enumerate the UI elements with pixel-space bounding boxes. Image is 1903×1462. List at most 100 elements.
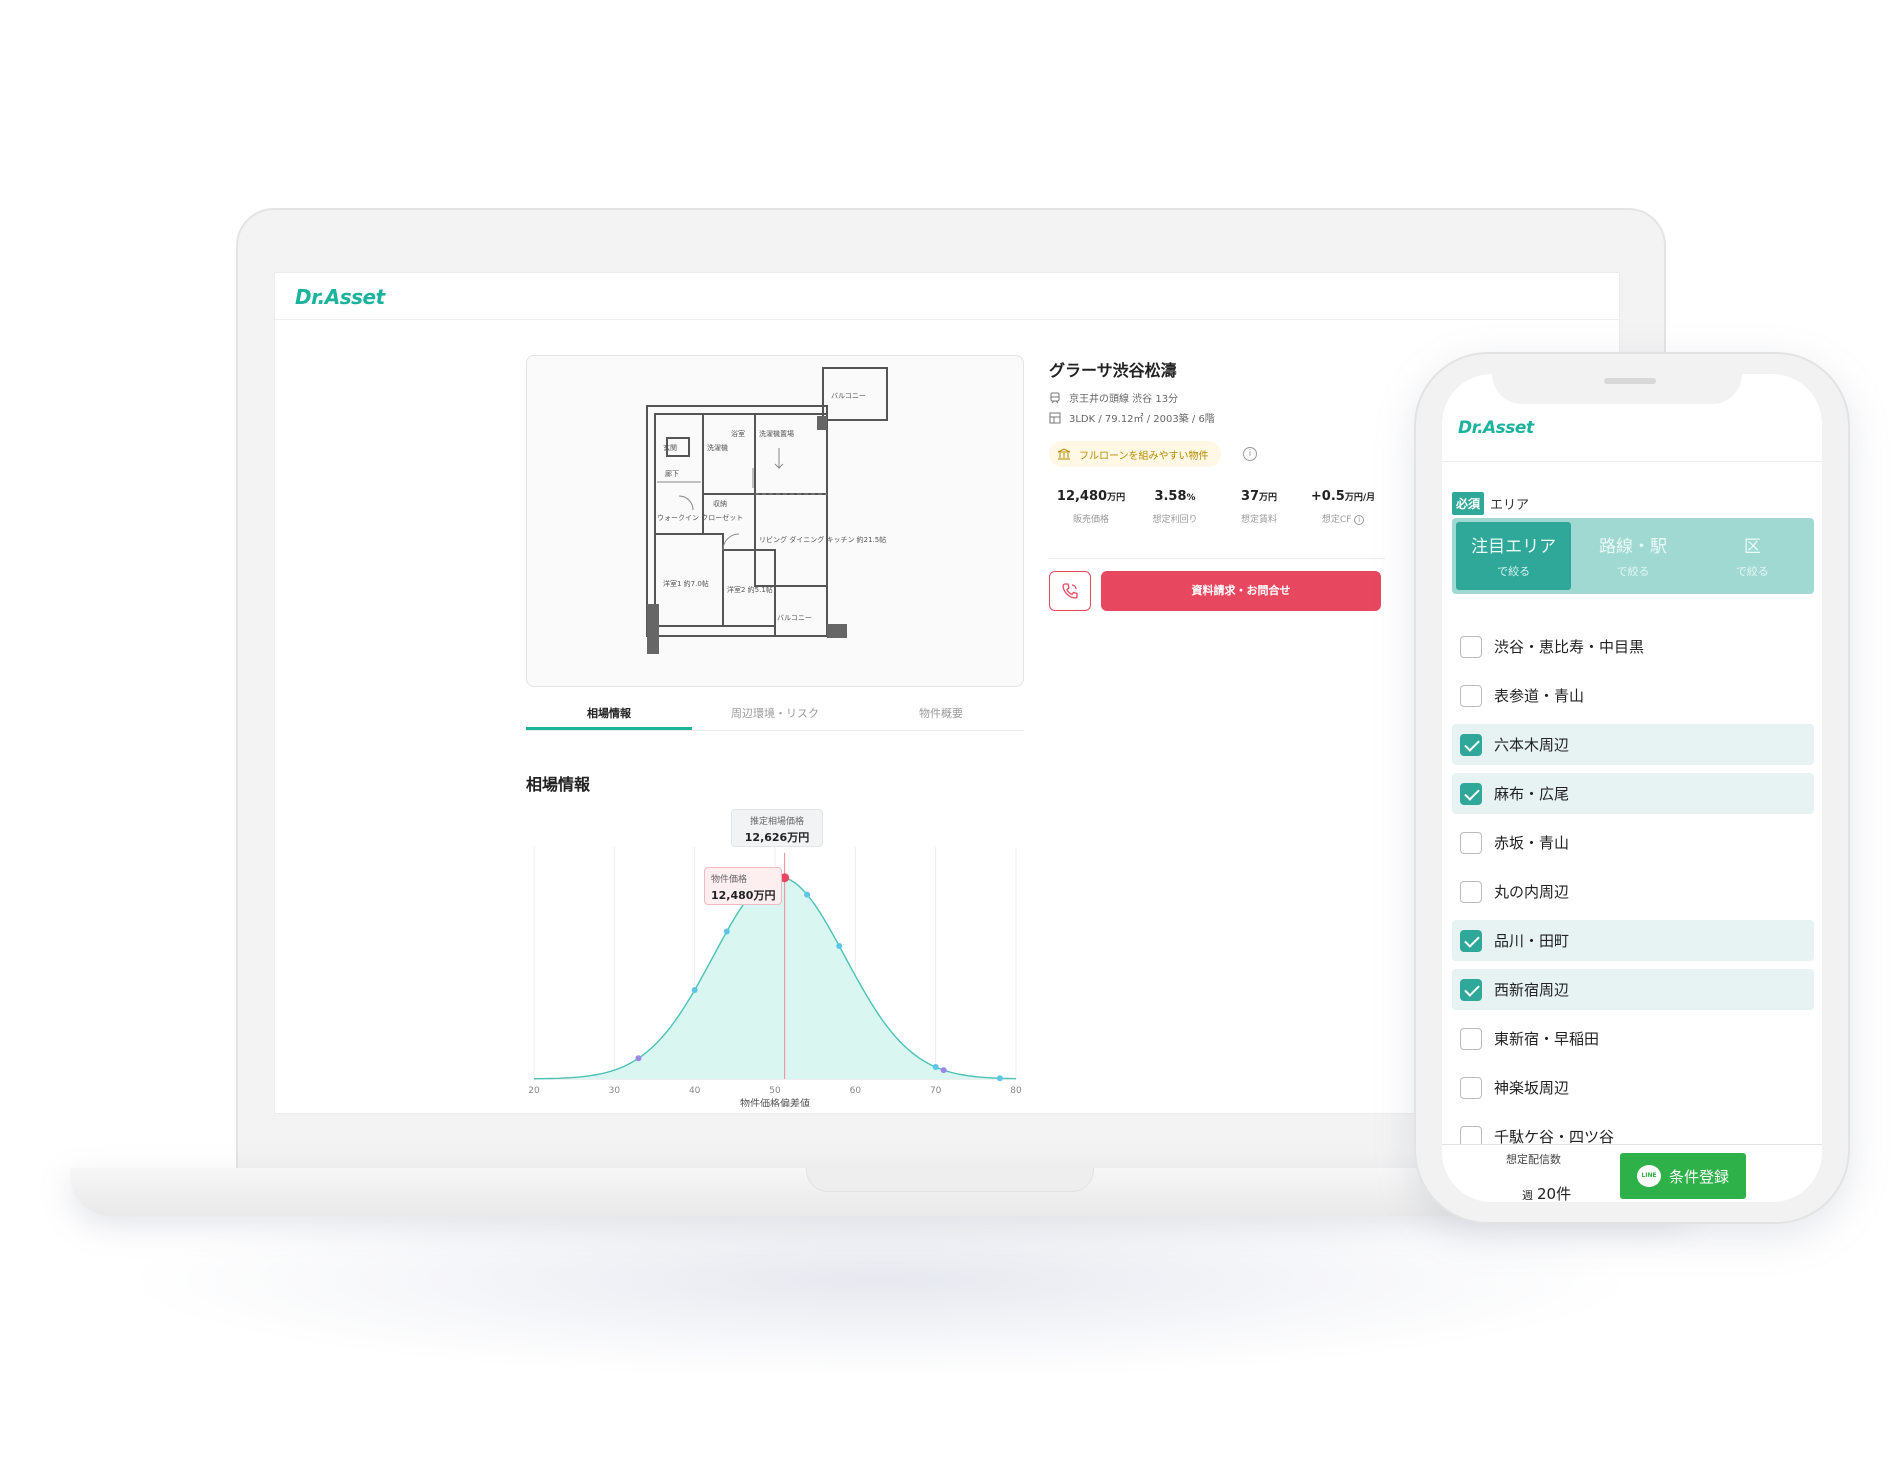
- area-item[interactable]: 東新宿・早稲田: [1452, 1018, 1814, 1059]
- section-title: 相場情報: [526, 775, 591, 794]
- x-tick-label: 70: [930, 1086, 942, 1096]
- segment-featured-area[interactable]: 注目エリア で絞る: [1456, 522, 1572, 590]
- area-label: 西新宿周辺: [1494, 981, 1570, 999]
- phone-screen: Dr.Asset 必須 エリア 注目エリア で絞る 路線・駅 で絞る 区 で絞る…: [1442, 374, 1822, 1202]
- segment-ward[interactable]: 区 で絞る: [1695, 522, 1810, 590]
- phone-footer: 想定配信数 週 20件 LINE 条件登録: [1442, 1144, 1822, 1202]
- estimate-prefix: 週: [1522, 1189, 1533, 1202]
- phone-call-button[interactable]: [1049, 571, 1091, 611]
- checkbox[interactable]: [1460, 1076, 1482, 1099]
- x-tick-label: 20: [528, 1086, 540, 1096]
- area-item[interactable]: 六本木周辺: [1452, 724, 1814, 765]
- property-stats: 12,480万円 販売価格 3.58% 想定利回り 37万円 想定賃料 +0.5…: [1049, 489, 1385, 525]
- tab-market-info[interactable]: 相場情報: [526, 699, 692, 730]
- floorplan-drawing: バルコニー 玄関 洗濯機 浴室 廊下 収納 ウォークイン クローゼット 洋室1 …: [646, 367, 888, 654]
- property-spec: 3LDK / 79.12㎡ / 2003築 / 6階: [1069, 414, 1215, 425]
- line-icon: LINE: [1636, 1165, 1661, 1187]
- stat-cashflow-label: 想定CF: [1321, 515, 1352, 525]
- checkbox[interactable]: [1460, 831, 1482, 854]
- checkbox-checked[interactable]: [1460, 978, 1482, 1001]
- segment-line-station-sub: で絞る: [1616, 565, 1650, 578]
- stat-price-value: 12,480: [1056, 489, 1108, 504]
- inquiry-button[interactable]: 資料請求・お問合せ: [1101, 571, 1381, 611]
- phone-notch: [1492, 366, 1742, 404]
- area-item[interactable]: 西新宿周辺: [1452, 969, 1814, 1010]
- stat-price-unit: 万円: [1107, 493, 1126, 503]
- floorplan-label-balcony-top: バルコニー: [831, 392, 866, 400]
- floorplan-image[interactable]: バルコニー 玄関 洗濯機 浴室 廊下 収納 ウォークイン クローゼット 洋室1 …: [526, 355, 1024, 687]
- property-price-value: 12,480万円: [711, 889, 776, 902]
- distribution-area: [534, 877, 1016, 1079]
- line-register-label: 条件登録: [1668, 1167, 1729, 1186]
- estimated-price-value: 12,626万円: [744, 831, 810, 844]
- checkbox[interactable]: [1460, 635, 1482, 658]
- floorplan-label-hall: 廊下: [665, 469, 679, 478]
- distribution-point: [804, 891, 811, 898]
- property-price-badge: 物件価格 12,480万円: [704, 867, 782, 905]
- line-register-button[interactable]: LINE 条件登録: [1620, 1153, 1746, 1199]
- property-station-row: 京王井の頭線 渋谷 13分: [1049, 390, 1178, 405]
- area-item[interactable]: 赤坂・青山: [1452, 822, 1814, 863]
- stat-yield-unit: %: [1186, 493, 1196, 503]
- checkbox-checked[interactable]: [1460, 782, 1482, 805]
- property-name: グラーサ渋谷松濤: [1049, 361, 1177, 380]
- area-label: 赤坂・青山: [1494, 834, 1570, 852]
- x-tick-label: 80: [1010, 1086, 1022, 1096]
- area-item[interactable]: 丸の内周辺: [1452, 871, 1814, 912]
- area-label: 麻布・広尾: [1494, 785, 1570, 803]
- market-chart: 20 30 40 50 60 70 80 物件価格偏差値 推定相場価格 12,626万円 物件…: [526, 807, 1024, 1110]
- info-icon[interactable]: i: [1243, 447, 1257, 461]
- site-header: Dr.Asset: [275, 273, 1619, 320]
- floorplan-label-storage: 収納: [713, 499, 727, 508]
- stat-cashflow-unit: 万円/月: [1344, 493, 1376, 503]
- segment-ward-sub: で絞る: [1735, 565, 1769, 578]
- floorplan-label-laundry: 洗濯機置場: [759, 429, 794, 438]
- checkbox[interactable]: [1460, 1027, 1482, 1050]
- property-spec-row: 3LDK / 79.12㎡ / 2003築 / 6階: [1049, 410, 1215, 425]
- stat-yield-value: 3.58: [1154, 489, 1187, 504]
- checkbox-checked[interactable]: [1460, 929, 1482, 952]
- tab-environment-risk[interactable]: 周辺環境・リスク: [692, 699, 858, 730]
- distribution-point: [932, 1064, 939, 1071]
- distribution-point: [940, 1067, 947, 1074]
- checkbox[interactable]: [1460, 880, 1482, 903]
- area-item[interactable]: 麻布・広尾: [1452, 773, 1814, 814]
- divider: [1049, 558, 1385, 559]
- area-label: 表参道・青山: [1494, 687, 1585, 705]
- phone-icon: [1062, 583, 1078, 599]
- segment-ward-title: 区: [1743, 537, 1761, 557]
- area-label: 東新宿・早稲田: [1494, 1030, 1600, 1048]
- full-loan-badge: フルローンを組みやすい物件: [1049, 441, 1221, 467]
- chart-svg: 20 30 40 50 60 70 80 物件価格偏差値: [528, 847, 1022, 1110]
- area-label: 渋谷・恵比寿・中目黒: [1494, 638, 1645, 656]
- floorplan-label-room1: 洋室1 約7.0帖: [663, 579, 709, 588]
- floorplan-label-ldk: リビング ダイニング キッチン 約21.5帖: [759, 535, 886, 544]
- distribution-point: [836, 943, 843, 950]
- area-item[interactable]: 神楽坂周辺: [1452, 1067, 1814, 1108]
- checkbox[interactable]: [1460, 684, 1482, 707]
- full-loan-label: フルローンを組みやすい物件: [1079, 450, 1209, 462]
- brand-logo[interactable]: Dr.Asset: [295, 285, 385, 309]
- area-item[interactable]: 渋谷・恵比寿・中目黒: [1452, 626, 1814, 667]
- tab-property-overview[interactable]: 物件概要: [858, 699, 1024, 730]
- area-label: 丸の内周辺: [1494, 883, 1570, 901]
- phone-brand-logo[interactable]: Dr.Asset: [1458, 418, 1534, 438]
- area-item[interactable]: 品川・田町: [1452, 920, 1814, 961]
- area-label: 品川・田町: [1494, 932, 1570, 950]
- required-badge: 必須: [1452, 492, 1485, 515]
- segment-line-station[interactable]: 路線・駅 で絞る: [1575, 522, 1690, 590]
- stat-rent-value: 37: [1240, 489, 1260, 504]
- area-checkbox-list: 渋谷・恵比寿・中目黒 表参道・青山 六本木周辺 麻布・広尾 赤坂・青山 丸の内周…: [1452, 626, 1814, 1165]
- stat-cashflow-info-icon[interactable]: i: [1354, 515, 1365, 525]
- floorplan-label-washer: 洗濯機: [707, 443, 728, 452]
- checkbox-checked[interactable]: [1460, 733, 1482, 756]
- distribution-point: [996, 1075, 1003, 1082]
- required-label: エリア: [1490, 498, 1530, 513]
- distribution-point: [635, 1055, 642, 1062]
- laptop-notch: [806, 1168, 1094, 1192]
- distribution-point: [723, 928, 730, 935]
- area-item[interactable]: 表参道・青山: [1452, 675, 1814, 716]
- estimate-label: 想定配信数: [1506, 1153, 1561, 1166]
- stat-cashflow-value: +0.5: [1310, 489, 1345, 504]
- stat-cashflow: +0.5万円/月 想定CF i: [1301, 489, 1385, 525]
